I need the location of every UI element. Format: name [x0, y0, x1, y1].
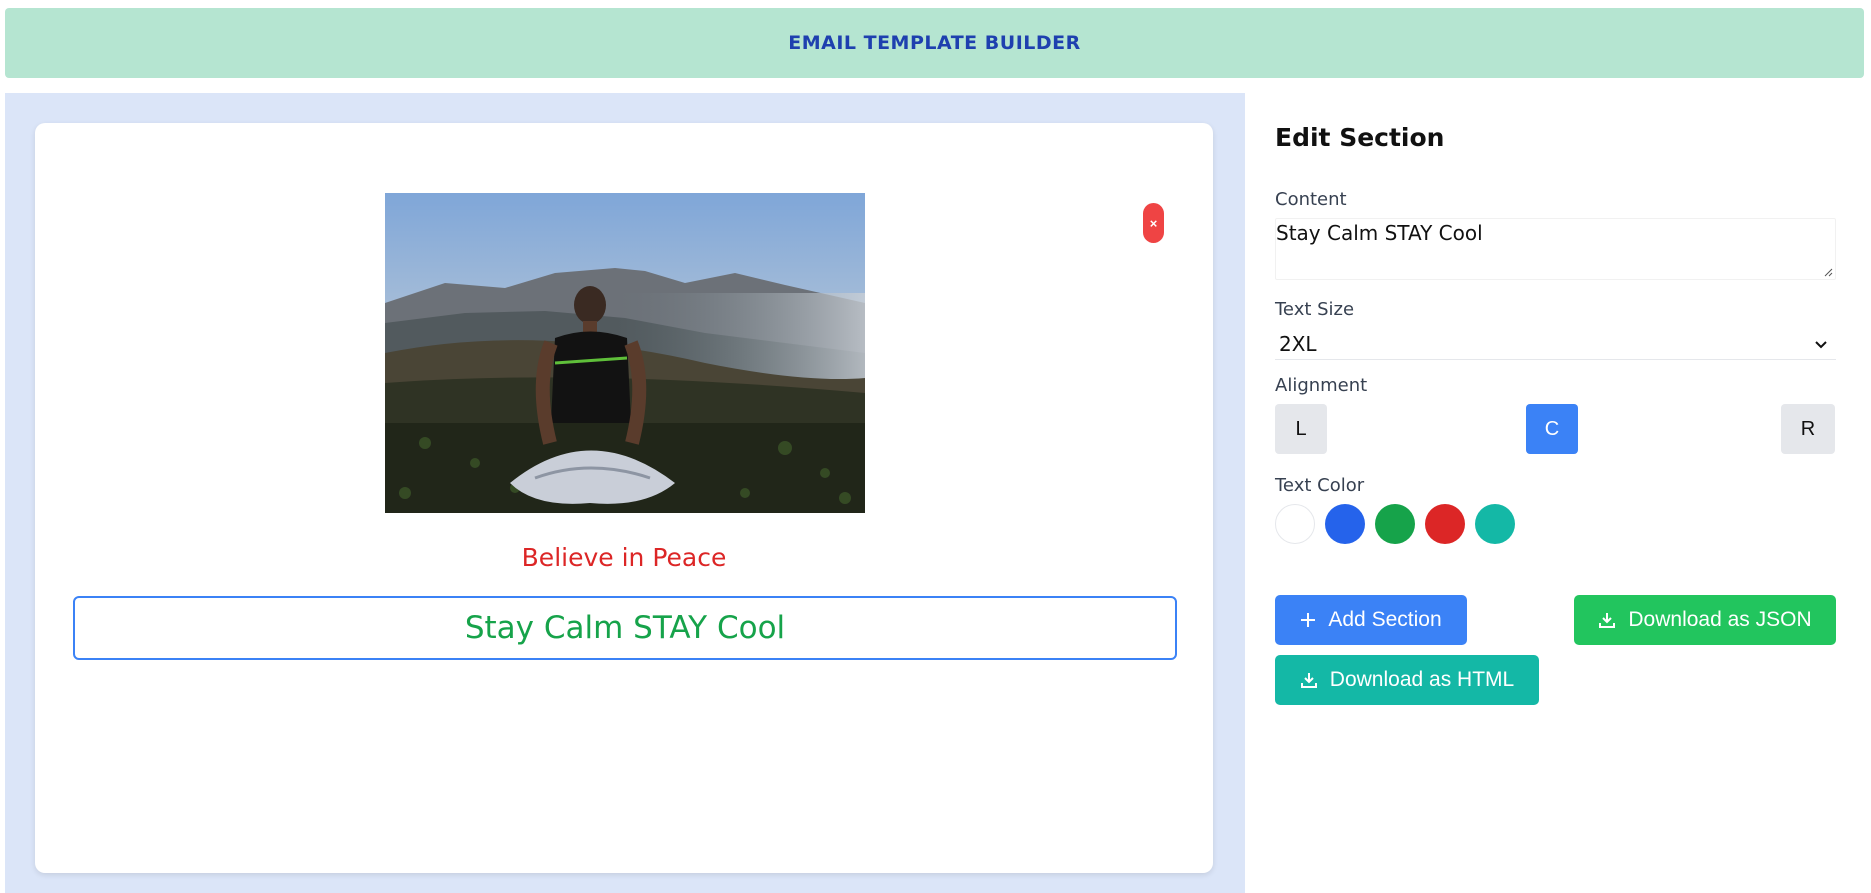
selected-section-text: Stay Calm STAY Cool [464, 610, 786, 646]
email-canvas: × Believe in Peace Stay Calm STAY Cool [5, 93, 1245, 893]
hero-image[interactable] [385, 193, 865, 513]
text-color-label: Text Color [1275, 475, 1365, 496]
download-icon [1300, 671, 1318, 689]
chevron-down-icon [1815, 340, 1827, 348]
download-json-button[interactable]: Download as JSON [1574, 595, 1836, 645]
text-size-value: 2XL [1279, 331, 1317, 356]
color-swatch-green[interactable] [1375, 504, 1415, 544]
text-size-select[interactable]: 2XL [1275, 328, 1836, 360]
download-html-label: Download as HTML [1329, 668, 1515, 691]
content-textarea[interactable]: Stay Calm STAY Cool [1275, 218, 1836, 280]
content-textarea-value: Stay Calm STAY Cool [1276, 221, 1483, 245]
align-center-button[interactable]: C [1526, 404, 1578, 454]
download-html-button[interactable]: Download as HTML [1275, 655, 1539, 705]
color-swatch-blue[interactable] [1325, 504, 1365, 544]
download-json-label: Download as JSON [1628, 608, 1812, 631]
plus-icon [1300, 612, 1316, 628]
add-section-label: Add Section [1328, 608, 1442, 631]
alignment-label: Alignment [1275, 375, 1368, 396]
align-right-button[interactable]: R [1781, 404, 1835, 454]
add-section-button[interactable]: Add Section [1275, 595, 1467, 645]
download-icon [1598, 611, 1616, 629]
color-swatch-teal[interactable] [1475, 504, 1515, 544]
color-swatch-red[interactable] [1425, 504, 1465, 544]
delete-section-button[interactable]: × [1143, 203, 1164, 243]
email-preview: × Believe in Peace Stay Calm STAY Cool [35, 123, 1213, 873]
email-headline[interactable]: Believe in Peace [35, 543, 1213, 572]
editor-title: Edit Section [1275, 123, 1445, 152]
color-swatch-white[interactable] [1275, 504, 1315, 544]
edit-section-panel: Edit Section Content Stay Calm STAY Cool… [1245, 93, 1866, 884]
selected-text-section[interactable]: Stay Calm STAY Cool [73, 596, 1177, 660]
app-title: EMAIL TEMPLATE BUILDER [788, 32, 1081, 54]
align-left-button[interactable]: L [1275, 404, 1327, 454]
resize-grip-icon[interactable] [1823, 267, 1833, 277]
app-header: EMAIL TEMPLATE BUILDER [5, 8, 1864, 78]
text-size-label: Text Size [1275, 299, 1355, 320]
content-label: Content [1275, 189, 1347, 210]
